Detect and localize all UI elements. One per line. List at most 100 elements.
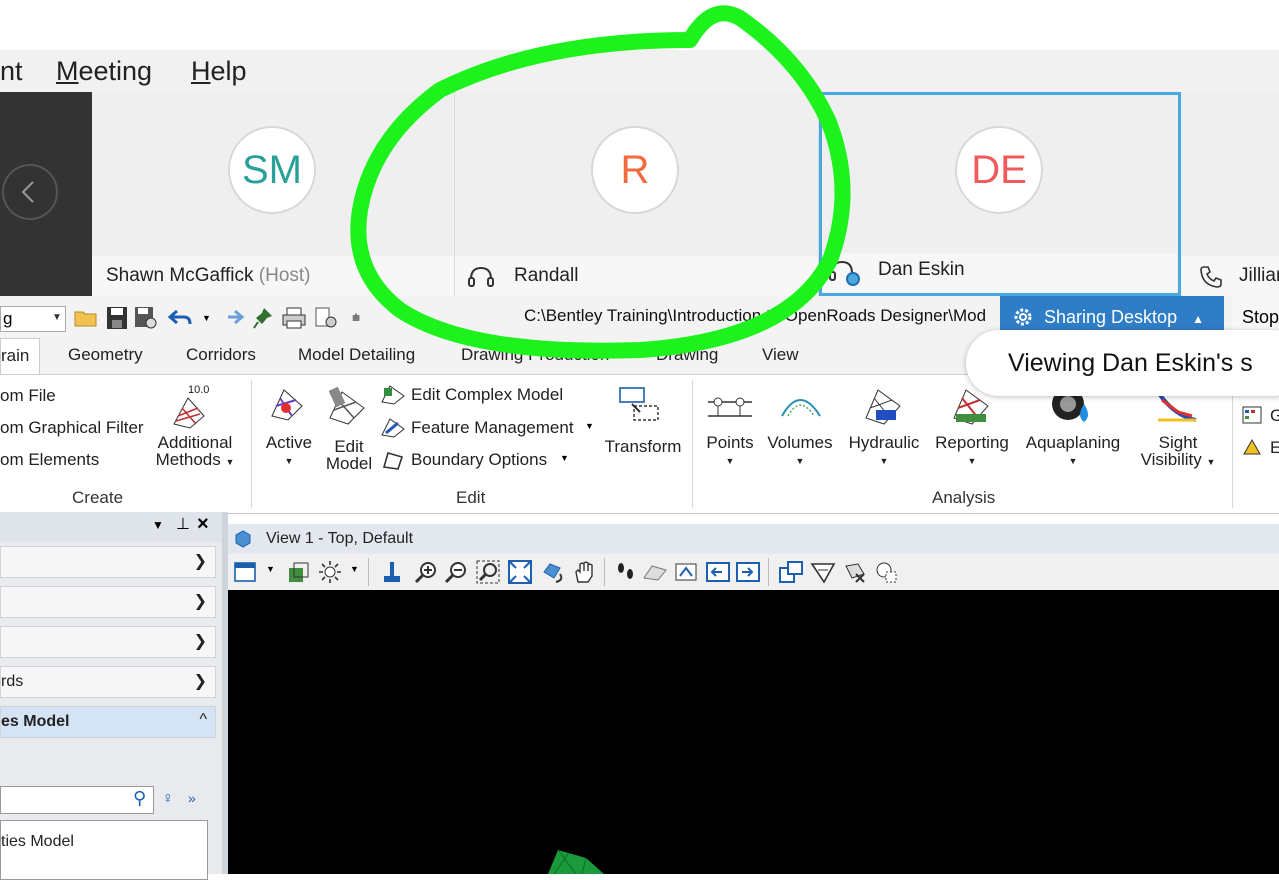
pin-icon[interactable] xyxy=(252,306,274,330)
participant-tile-jillian[interactable]: Jillian xyxy=(1181,92,1279,296)
rotate-view-icon[interactable] xyxy=(540,560,566,584)
lighting-icon[interactable] xyxy=(318,560,342,584)
grid-report-icon[interactable] xyxy=(1242,406,1262,424)
edit-complex-model-button[interactable]: Edit Complex Model xyxy=(380,384,610,408)
chevron-down-icon[interactable]: ▼ xyxy=(266,564,275,574)
tab-geometry[interactable]: Geometry xyxy=(68,345,143,365)
aquaplaning-button[interactable]: Aquaplaning ▼ xyxy=(1018,384,1128,470)
phone-icon xyxy=(1200,266,1222,288)
close-icon[interactable]: × xyxy=(197,513,209,536)
visibility-text: Visibility xyxy=(1140,450,1202,469)
from-graphical-filter-button[interactable]: om Graphical Filter xyxy=(0,418,144,438)
tree-item-model[interactable]: ties Model xyxy=(1,833,74,851)
hydraulic-button[interactable]: Hydraulic ▼ xyxy=(842,384,926,470)
print-icon[interactable] xyxy=(282,306,306,330)
expand-more-icon[interactable]: » xyxy=(188,790,196,806)
participant-tile-shawn[interactable]: SM Shawn McGaffick (Host) xyxy=(92,92,455,296)
panel-section-model[interactable]: es Model ^ xyxy=(0,706,216,738)
tab-drawing[interactable]: Drawing xyxy=(656,345,718,365)
previous-view-icon[interactable] xyxy=(706,560,730,584)
tab-model-detailing[interactable]: Model Detailing xyxy=(298,345,415,365)
document-settings-icon[interactable] xyxy=(314,306,338,330)
panel-section-3[interactable]: ❯ xyxy=(0,626,216,658)
avatar-dan: DE xyxy=(955,126,1043,214)
feature-management-label: Feature Management xyxy=(411,418,574,437)
chevron-down-icon[interactable]: ▼ xyxy=(202,313,211,323)
zoom-in-icon[interactable] xyxy=(414,560,438,584)
chevron-down-icon[interactable]: ▼ xyxy=(350,564,359,574)
from-file-button[interactable]: om File xyxy=(0,386,56,406)
save-settings-icon[interactable] xyxy=(134,306,158,330)
edit-report-icon[interactable] xyxy=(1242,438,1262,456)
view-title: View 1 - Top, Default xyxy=(266,530,414,547)
chevron-down-icon: ▼ xyxy=(560,453,569,463)
next-view-icon[interactable] xyxy=(736,560,760,584)
active-button[interactable]: Active ▼ xyxy=(262,384,316,470)
update-view-icon[interactable] xyxy=(382,560,402,584)
additional-methods-button[interactable]: 10.0 Additional Methods ▼ xyxy=(150,384,240,472)
window-area-icon[interactable] xyxy=(476,560,500,584)
chevron-down-icon: ❯ xyxy=(193,673,207,690)
walk-icon[interactable] xyxy=(614,560,638,584)
feature-management-button[interactable]: Feature Management ▼ xyxy=(380,417,610,441)
clip-mask-icon[interactable] xyxy=(842,560,868,584)
pin-icon[interactable]: ⊥ xyxy=(176,514,190,534)
participant-name-dan: Dan Eskin xyxy=(878,259,965,280)
volumes-button[interactable]: Volumes ▼ xyxy=(764,384,836,470)
clear-clip-icon[interactable] xyxy=(874,560,900,584)
customize-toolbar-icon[interactable]: ⩧ xyxy=(352,309,360,326)
headset-icon xyxy=(468,266,494,287)
reporting-button[interactable]: Reporting ▼ xyxy=(930,384,1014,470)
panel-section-2[interactable]: ❯ xyxy=(0,586,216,618)
copy-view-icon[interactable] xyxy=(778,560,804,584)
sight-visibility-button[interactable]: Sight Visibility ▼ xyxy=(1134,384,1222,470)
next-group-label-2[interactable]: E xyxy=(1270,438,1279,458)
folder-icon[interactable] xyxy=(74,307,98,329)
tab-terrain[interactable]: rain xyxy=(0,338,41,374)
strip-prev-button[interactable] xyxy=(2,164,58,220)
boundary-options-button[interactable]: Boundary Options ▼ xyxy=(380,449,580,473)
save-icon[interactable] xyxy=(106,306,128,330)
panel-header: ▼ ⊥ × xyxy=(0,512,222,542)
chevron-down-icon: ▼ xyxy=(225,457,235,467)
panel-search-input[interactable]: ⚲ xyxy=(0,786,154,814)
menu-item-event[interactable]: nt xyxy=(0,50,23,85)
tab-corridors[interactable]: Corridors xyxy=(186,345,256,365)
tab-drawing-production[interactable]: Drawing Production xyxy=(461,345,609,365)
group-divider xyxy=(1232,380,1233,508)
zoom-out-icon[interactable] xyxy=(444,560,468,584)
pan-view-icon[interactable] xyxy=(572,560,596,584)
transform-icon xyxy=(619,387,659,421)
search-icon[interactable]: ⚲ xyxy=(133,788,146,809)
terrain-mesh-icon xyxy=(173,397,205,429)
redo-icon[interactable] xyxy=(220,308,244,328)
view-canvas[interactable] xyxy=(228,590,1279,874)
display-style-icon[interactable] xyxy=(286,560,310,584)
transform-button[interactable]: Transform xyxy=(600,384,686,464)
fit-view-icon[interactable] xyxy=(508,560,532,584)
panel-menu-icon[interactable]: ▼ xyxy=(152,518,164,532)
tab-view[interactable]: View xyxy=(762,345,799,365)
points-button[interactable]: Points ▼ xyxy=(700,384,760,470)
host-label: (Host) xyxy=(258,265,311,286)
from-elements-button[interactable]: om Elements xyxy=(0,450,99,470)
viewing-toast: Viewing Dan Eskin's s xyxy=(966,330,1279,396)
chevron-down-icon: ▼ xyxy=(585,421,594,431)
chevron-down-icon: ▼ xyxy=(725,456,735,466)
group-analysis: Analysis xyxy=(932,488,996,507)
next-group-label-1[interactable]: G xyxy=(1270,406,1279,426)
panel-section-1[interactable]: ❯ xyxy=(0,546,216,578)
undo-icon[interactable] xyxy=(168,308,192,328)
participant-tile-dan[interactable]: DE Dan Eskin xyxy=(819,92,1181,296)
clip-volume-icon[interactable] xyxy=(810,560,836,584)
menu-item-help[interactable]: Help xyxy=(191,50,247,85)
panel-section-records[interactable]: rds ❯ xyxy=(0,666,216,698)
view-next-icon[interactable] xyxy=(674,560,698,584)
person-search-icon[interactable]: ♀ xyxy=(162,790,174,808)
participant-tile-randall[interactable]: R Randall xyxy=(455,92,819,296)
view-previous-icon[interactable] xyxy=(642,562,668,582)
view-attributes-icon[interactable] xyxy=(234,562,256,582)
edit-model-button[interactable]: Edit Model xyxy=(322,384,376,474)
participant-namebar: Dan Eskin xyxy=(822,253,1177,293)
menu-item-meeting[interactable]: Meeting xyxy=(56,50,152,85)
